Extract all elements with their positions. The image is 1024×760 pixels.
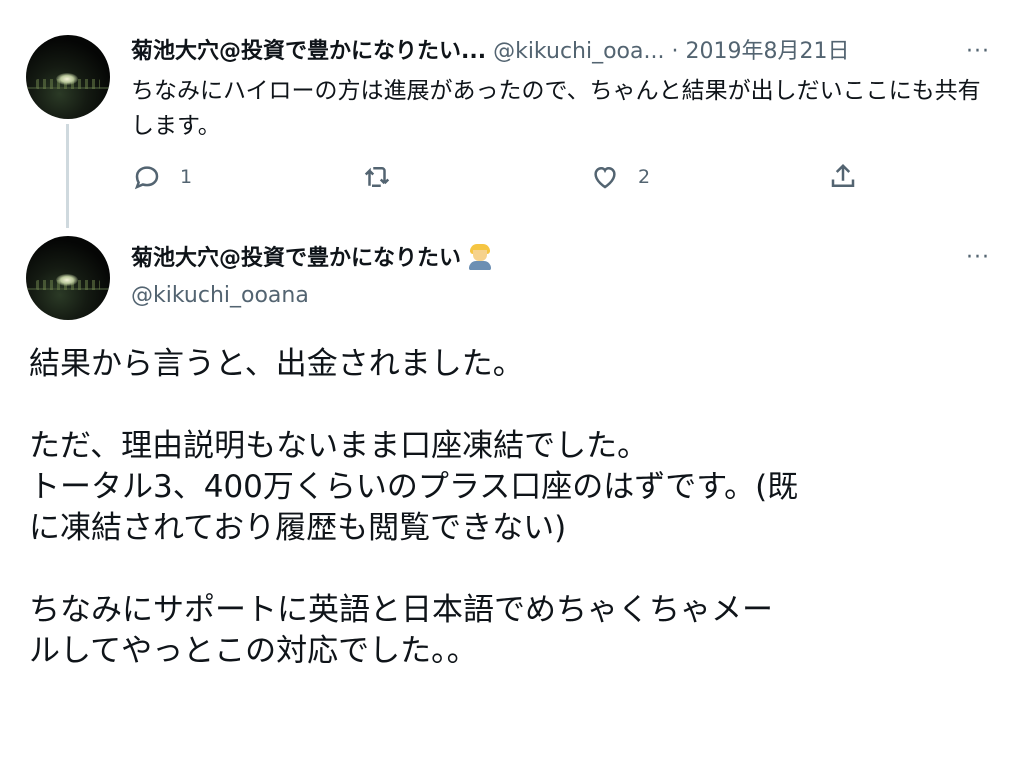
reply-tweet-text: ちなみにハイローの方は進展があったので、ちゃんと結果が出しだいここにも共有します…: [131, 78, 981, 139]
speech-bubble-icon: [134, 166, 159, 190]
main-more-options-icon[interactable]: ···: [966, 247, 990, 269]
blond-person-emoji-icon: [467, 244, 493, 270]
share-upload-icon: [831, 163, 855, 187]
like-count: 2: [638, 166, 651, 188]
main-author-handle[interactable]: @kikuchi_ooana: [131, 283, 309, 308]
main-tweet-line: に凍結されており履歴も閲覧できない): [29, 510, 567, 546]
main-author-avatar[interactable]: [26, 236, 110, 320]
reply-author-handle[interactable]: @kikuchi_ooa...: [493, 39, 664, 64]
main-author-name-row: 菊池大穴@投資で豊かになりたい: [131, 244, 493, 273]
like-button[interactable]: 2: [590, 162, 650, 192]
main-tweet-line: ただ、理由説明もないまま口座凍結でした。: [29, 428, 649, 464]
heart-icon: [594, 166, 616, 189]
main-tweet-line: ちなみにサポートに英語と日本語でめちゃくちゃメー: [29, 592, 773, 628]
reply-tweet-date[interactable]: 2019年8月21日: [685, 39, 849, 64]
share-button[interactable]: [828, 162, 858, 192]
reply-count: 1: [180, 166, 193, 188]
reply-button[interactable]: 1: [132, 162, 192, 192]
thread-connector-line: [66, 124, 69, 228]
retweet-arrows-icon: [364, 167, 390, 187]
reply-author-avatar[interactable]: [26, 35, 110, 119]
main-tweet-line: トータル3、400万くらいのプラス口座のはずです。(既: [29, 469, 799, 505]
main-tweet-line: ルしてやっとこの対応でした。。: [29, 633, 478, 669]
main-author-name[interactable]: 菊池大穴@投資で豊かになりたい: [131, 246, 461, 271]
reply-action-bar: 1 2: [128, 162, 868, 202]
reply-more-options-icon[interactable]: ···: [966, 41, 990, 63]
reply-author-name[interactable]: 菊池大穴@投資で豊かになりたい...: [131, 39, 486, 64]
main-tweet-line: 結果から言うと、出金されました。: [29, 346, 524, 382]
retweet-button[interactable]: [362, 162, 410, 192]
main-author-handle-row: @kikuchi_ooana: [131, 282, 309, 310]
main-tweet-text: 結果から言うと、出金されました。 ただ、理由説明もないまま口座凍結でした。 トー…: [29, 344, 999, 672]
header-separator: ·: [671, 39, 679, 64]
reply-tweet-header: 菊池大穴@投資で豊かになりたい... @kikuchi_ooa... · 201…: [131, 38, 849, 66]
